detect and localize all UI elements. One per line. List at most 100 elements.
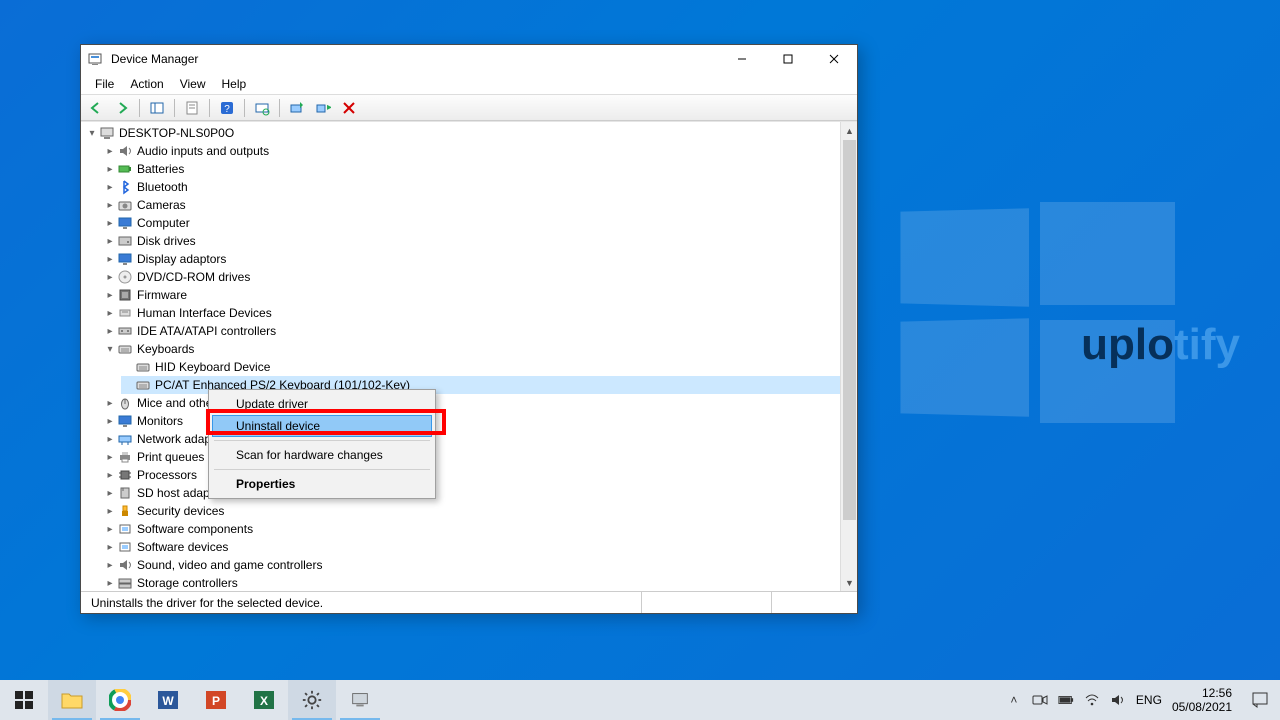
tree-category-label: DVD/CD-ROM drives <box>137 270 250 284</box>
help-button[interactable]: ? <box>216 97 238 119</box>
category-icon <box>117 557 133 573</box>
close-button[interactable] <box>811 45 857 73</box>
svg-text:X: X <box>260 694 268 708</box>
tray-language[interactable]: ENG <box>1136 693 1162 707</box>
category-icon <box>117 395 133 411</box>
ctx-update-driver[interactable]: Update driver <box>212 393 432 415</box>
category-icon <box>117 503 133 519</box>
tree-category-label: Monitors <box>137 414 183 428</box>
device-tree[interactable]: ▾ DESKTOP-NLS0P0O ▸Audio inputs and outp… <box>81 122 840 591</box>
tray-wifi-icon[interactable] <box>1084 692 1100 708</box>
menu-help[interactable]: Help <box>214 75 255 93</box>
taskbar-settings[interactable] <box>288 680 336 720</box>
taskbar-file-explorer[interactable] <box>48 680 96 720</box>
tray-volume-icon[interactable] <box>1110 692 1126 708</box>
tray-meet-now-icon[interactable] <box>1032 692 1048 708</box>
tree-root[interactable]: ▾ DESKTOP-NLS0P0O <box>85 124 840 142</box>
tree-category-label: IDE ATA/ATAPI controllers <box>137 324 276 338</box>
category-icon <box>117 521 133 537</box>
menu-view[interactable]: View <box>172 75 214 93</box>
action-center-button[interactable] <box>1240 680 1280 720</box>
tree-category[interactable]: ▸Storage controllers <box>103 574 840 591</box>
tree-category[interactable]: ▸DVD/CD-ROM drives <box>103 268 840 286</box>
tree-category-label: Computer <box>137 216 190 230</box>
scroll-thumb[interactable] <box>843 140 856 520</box>
taskbar-device-manager[interactable] <box>336 680 384 720</box>
tree-category-label: Human Interface Devices <box>137 306 272 320</box>
taskbar-powerpoint[interactable]: P <box>192 680 240 720</box>
tree-category-label: Firmware <box>137 288 187 302</box>
titlebar[interactable]: Device Manager <box>81 45 857 73</box>
update-driver-button[interactable] <box>286 97 308 119</box>
computer-icon <box>99 125 115 141</box>
tree-category[interactable]: ▸Software components <box>103 520 840 538</box>
tree-category[interactable]: ▸IDE ATA/ATAPI controllers <box>103 322 840 340</box>
device-manager-window: Device Manager File Action View Help ? ▸… <box>80 44 858 614</box>
tree-category[interactable]: ▸Audio inputs and outputs <box>103 142 840 160</box>
tree-category[interactable]: ▸Disk drives <box>103 232 840 250</box>
tree-category-label: Sound, video and game controllers <box>137 558 322 572</box>
back-button[interactable] <box>85 97 107 119</box>
taskbar-word[interactable]: W <box>144 680 192 720</box>
tree-category-label: Cameras <box>137 198 186 212</box>
tree-category[interactable]: ▸Bluetooth <box>103 178 840 196</box>
tree-category[interactable]: ▸Firmware <box>103 286 840 304</box>
tree-category-label: Print queues <box>137 450 204 464</box>
scan-hardware-button[interactable] <box>251 97 273 119</box>
show-hide-tree-button[interactable] <box>146 97 168 119</box>
category-icon <box>117 449 133 465</box>
minimize-button[interactable] <box>719 45 765 73</box>
category-icon <box>117 341 133 357</box>
start-button[interactable] <box>0 680 48 720</box>
menubar: File Action View Help <box>81 73 857 95</box>
menu-file[interactable]: File <box>87 75 122 93</box>
disable-device-button[interactable] <box>338 97 360 119</box>
scroll-down-button[interactable]: ▼ <box>841 574 857 591</box>
category-icon <box>117 269 133 285</box>
device-icon <box>135 359 151 375</box>
tree-category-label: Keyboards <box>137 342 194 356</box>
tree-category[interactable]: ▸Cameras <box>103 196 840 214</box>
vertical-scrollbar[interactable]: ▲ ▼ <box>840 122 857 591</box>
tree-category-label: Security devices <box>137 504 224 518</box>
tree-category-label: Processors <box>137 468 197 482</box>
ctx-uninstall-device[interactable]: Uninstall device <box>212 415 432 437</box>
system-tray: ˄ ENG 12:56 05/08/2021 <box>998 680 1240 720</box>
category-icon <box>117 143 133 159</box>
tree-category-label: Bluetooth <box>137 180 188 194</box>
category-icon <box>117 179 133 195</box>
category-icon <box>117 431 133 447</box>
forward-button[interactable] <box>111 97 133 119</box>
desktop-windows-logo <box>895 210 1175 420</box>
category-icon <box>117 467 133 483</box>
properties-button[interactable] <box>181 97 203 119</box>
tree-category[interactable]: ▸Computer <box>103 214 840 232</box>
tray-battery-icon[interactable] <box>1058 692 1074 708</box>
status-text: Uninstalls the driver for the selected d… <box>85 592 642 613</box>
tree-category[interactable]: ▸Security devices <box>103 502 840 520</box>
category-icon <box>117 215 133 231</box>
menu-action[interactable]: Action <box>122 75 171 93</box>
tree-category[interactable]: ▸Software devices <box>103 538 840 556</box>
category-icon <box>117 197 133 213</box>
tree-root-label: DESKTOP-NLS0P0O <box>119 126 234 140</box>
category-icon <box>117 485 133 501</box>
scroll-up-button[interactable]: ▲ <box>841 122 857 139</box>
tree-category[interactable]: ▸Display adaptors <box>103 250 840 268</box>
taskbar-excel[interactable]: X <box>240 680 288 720</box>
tree-category[interactable]: ▸Batteries <box>103 160 840 178</box>
tree-category[interactable]: ▾Keyboards <box>103 340 840 358</box>
tree-device[interactable]: ▸HID Keyboard Device <box>121 358 840 376</box>
uninstall-driver-button[interactable]: ▸ <box>312 97 334 119</box>
taskbar-chrome[interactable] <box>96 680 144 720</box>
maximize-button[interactable] <box>765 45 811 73</box>
svg-text:▸: ▸ <box>327 102 331 113</box>
tray-clock[interactable]: 12:56 05/08/2021 <box>1172 686 1232 714</box>
app-icon <box>87 51 103 67</box>
tree-category[interactable]: ▸Sound, video and game controllers <box>103 556 840 574</box>
svg-text:?: ? <box>224 104 230 115</box>
ctx-scan-hardware[interactable]: Scan for hardware changes <box>212 444 432 466</box>
tree-category[interactable]: ▸Human Interface Devices <box>103 304 840 322</box>
ctx-properties[interactable]: Properties <box>212 473 432 495</box>
tray-chevron-up-icon[interactable]: ˄ <box>1006 692 1022 708</box>
